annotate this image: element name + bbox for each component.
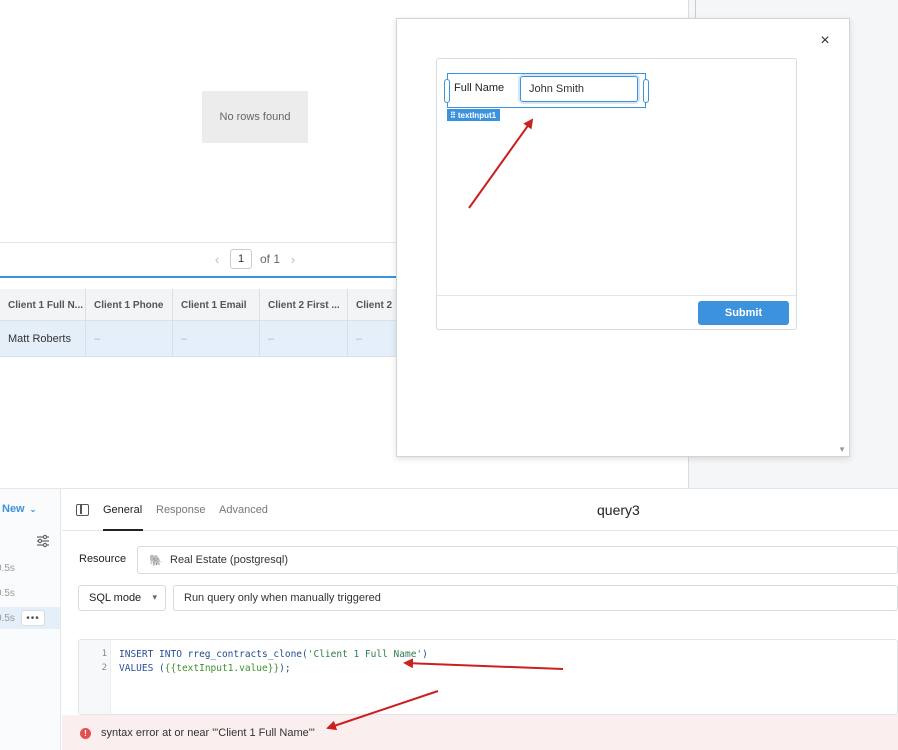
empty-state: No rows found: [202, 91, 308, 143]
code-punct: );: [279, 663, 291, 674]
resource-value: Real Estate (postgresql): [170, 554, 288, 566]
full-name-label: Full Name: [454, 82, 505, 94]
component-tag[interactable]: ⠿ textInput1: [447, 109, 501, 121]
query-list: New ⌄ 0.5s 0.5s 0.5s •••: [0, 489, 61, 750]
more-options-button[interactable]: •••: [21, 610, 45, 626]
line-number: 2: [101, 663, 107, 673]
tab-advanced[interactable]: Advanced: [219, 504, 268, 516]
new-query-label: New: [2, 503, 25, 515]
query-runtime: 0.5s: [0, 562, 15, 574]
error-icon: !: [80, 727, 91, 739]
component-tag-label: textInput1: [457, 110, 497, 120]
code-string: 'Client 1 Full Name': [307, 649, 423, 660]
query-list-item[interactable]: 0.5s •••: [0, 607, 60, 629]
mode-select[interactable]: SQL mode ▾: [78, 585, 166, 611]
table-header: Client 1 Full N... Client 1 Phone Client…: [0, 289, 400, 321]
code-line[interactable]: INSERT INTO rreg_contracts_clone('Client…: [119, 649, 428, 660]
full-name-input[interactable]: John Smith: [520, 76, 638, 102]
pagination: ‹ 1 of 1 ›: [212, 248, 298, 270]
form-container: Full Name John Smith ⠿ textInput1 Submit: [436, 58, 797, 330]
table-cell: –: [348, 321, 400, 357]
column-header[interactable]: Client 2 First ...: [260, 289, 348, 321]
table-row[interactable]: Matt Roberts – – – –: [0, 321, 400, 357]
resource-label: Resource: [79, 553, 127, 565]
code-line[interactable]: VALUES ({{textInput1.value}});: [119, 663, 291, 674]
sql-editor[interactable]: 1 2 INSERT INTO rreg_contracts_clone('Cl…: [78, 639, 898, 715]
query-runtime: 0.5s: [0, 587, 15, 599]
chevron-left-icon[interactable]: ‹: [212, 252, 222, 267]
filter-settings-icon[interactable]: [36, 534, 50, 548]
trigger-value: Run query only when manually triggered: [184, 592, 381, 604]
line-number: 1: [101, 649, 107, 659]
tab-general[interactable]: General: [103, 504, 142, 516]
resize-handle-right[interactable]: [643, 79, 649, 103]
code-keyword: VALUES: [119, 663, 154, 674]
new-query-button[interactable]: New ⌄: [2, 503, 36, 515]
column-header[interactable]: Client 2: [348, 289, 400, 321]
table-cell: –: [173, 321, 260, 357]
code-identifier: rreg_contracts_clone(: [181, 649, 308, 660]
resize-handle-left[interactable]: [444, 79, 450, 103]
scroll-down-icon[interactable]: ▼: [838, 445, 846, 454]
error-message: syntax error at or near "'Client 1 Full …: [101, 727, 315, 739]
trigger-select[interactable]: Run query only when manually triggered: [173, 585, 898, 611]
query-editor: New ⌄ 0.5s 0.5s 0.5s ••• General Respons…: [0, 488, 898, 750]
tab-response[interactable]: Response: [156, 504, 206, 516]
resource-select[interactable]: 🐘 Real Estate (postgresql): [137, 546, 898, 574]
editor-tabs: General Response Advanced query3: [62, 489, 898, 531]
close-icon[interactable]: ×: [817, 33, 833, 49]
line-gutter: 1 2: [79, 640, 111, 714]
divider: [0, 242, 400, 243]
code-keyword: INSERT INTO: [119, 649, 182, 660]
query-list-item[interactable]: 0.5s: [0, 582, 60, 604]
chevron-down-icon: ⌄: [29, 504, 37, 514]
mode-value: SQL mode: [89, 592, 142, 604]
table-cell: –: [260, 321, 348, 357]
table-top-border: [0, 276, 400, 278]
modal: × ▼ Full Name John Smith ⠿ textInput1 Su…: [396, 18, 850, 457]
active-tab-indicator: [103, 529, 143, 531]
code-punct: (: [153, 663, 165, 674]
code-template: {{textInput1.value}}: [164, 663, 280, 674]
code-punct: ): [422, 649, 428, 660]
table-cell: –: [86, 321, 173, 357]
drag-handle-icon[interactable]: ⠿: [450, 111, 456, 120]
query-runtime: 0.5s: [0, 612, 15, 624]
error-message-bar: ! syntax error at or near "'Client 1 Ful…: [62, 715, 898, 750]
toggle-panel-icon[interactable]: [76, 504, 89, 516]
column-header[interactable]: Client 1 Phone: [86, 289, 173, 321]
chevron-right-icon[interactable]: ›: [288, 252, 298, 267]
query-title[interactable]: query3: [597, 502, 640, 518]
divider: [437, 295, 796, 296]
page-count: of 1: [260, 252, 281, 266]
chevron-down-icon: ▾: [152, 592, 157, 602]
column-header[interactable]: Client 1 Email: [173, 289, 260, 321]
page-number-input[interactable]: 1: [230, 249, 252, 269]
column-header[interactable]: Client 1 Full N...: [0, 289, 86, 321]
submit-button[interactable]: Submit: [698, 301, 789, 325]
postgres-icon: 🐘: [149, 554, 163, 567]
table-cell: Matt Roberts: [0, 321, 86, 357]
query-list-item[interactable]: 0.5s: [0, 557, 60, 579]
